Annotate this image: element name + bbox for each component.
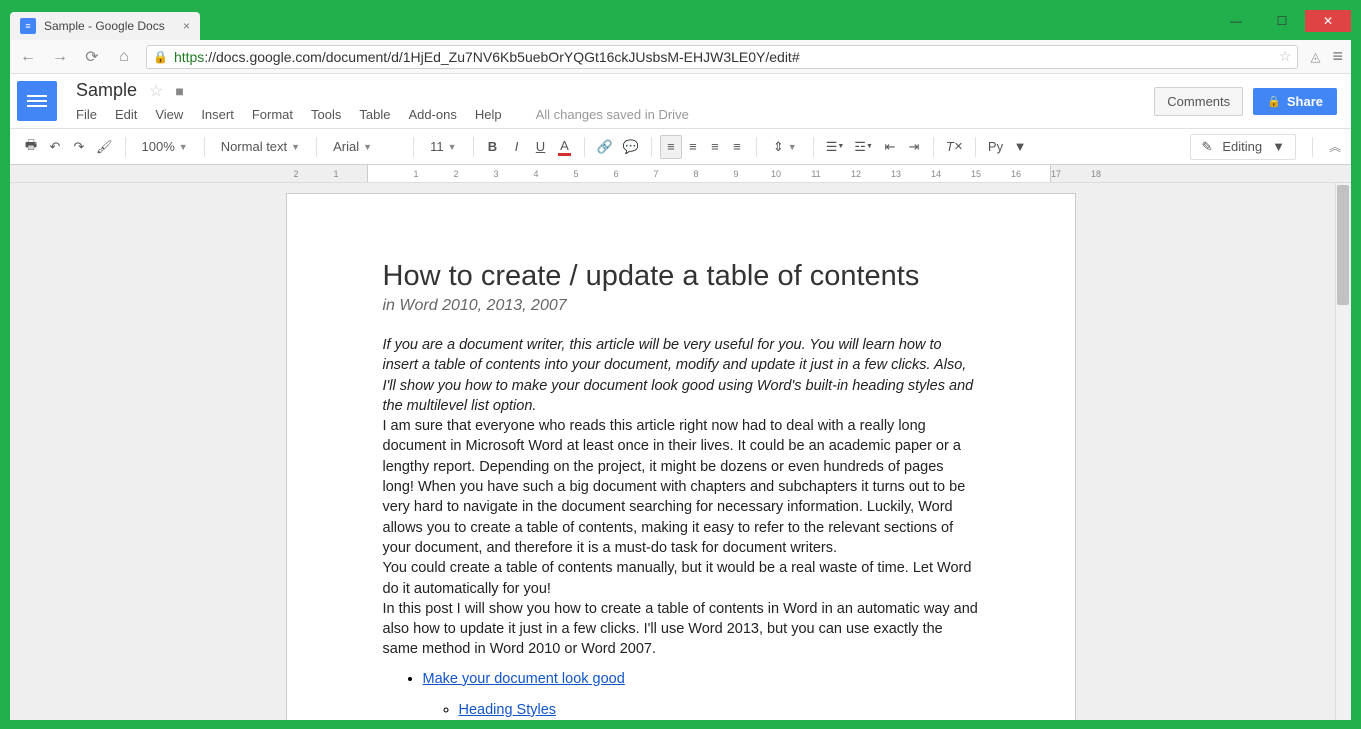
menu-view[interactable]: View (155, 107, 183, 122)
font-size-dropdown[interactable]: 11▼ (422, 135, 464, 159)
font-dropdown[interactable]: Arial▼ (325, 135, 405, 159)
comments-button[interactable]: Comments (1154, 87, 1243, 116)
bookmark-star-icon[interactable]: ☆ (1279, 48, 1292, 65)
paint-format-icon[interactable]: 🖌 (92, 135, 117, 159)
back-button[interactable]: ← (18, 48, 38, 66)
address-bar[interactable]: 🔒 https://docs.google.com/document/d/1Hj… (146, 45, 1298, 69)
doc-p2: I am sure that everyone who reads this a… (383, 416, 979, 558)
browser-tab-strip: ≡ Sample - Google Docs × (10, 10, 1351, 40)
desktop-background: — ☐ ✕ ≡ Sample - Google Docs × ← → ⟳ ⌂ 🔒… (0, 0, 1361, 729)
link-icon[interactable]: 🔗 (593, 135, 617, 159)
menu-format[interactable]: Format (252, 107, 293, 122)
text-color-icon[interactable]: A (554, 135, 576, 159)
folder-icon[interactable]: ■ (175, 83, 183, 99)
star-icon[interactable]: ☆ (149, 81, 163, 101)
italic-icon[interactable]: I (506, 135, 528, 159)
maximize-button[interactable]: ☐ (1259, 10, 1305, 32)
share-label: Share (1287, 94, 1323, 109)
undo-icon[interactable]: ↶ (44, 135, 66, 159)
chrome-menu-icon[interactable]: ≡ (1332, 46, 1343, 67)
formatting-toolbar: 🖶 ↶ ↷ 🖌 100%▼ Normal text▼ Arial▼ 11▼ B … (10, 129, 1351, 165)
toc-link-1a[interactable]: Heading Styles (459, 702, 557, 718)
pencil-icon: ✎ (1201, 139, 1212, 155)
menu-edit[interactable]: Edit (115, 107, 137, 122)
browser-toolbar: ← → ⟳ ⌂ 🔒 https://docs.google.com/docume… (10, 40, 1351, 74)
docs-header: Sample ☆ ■ File Edit View Insert Format … (10, 74, 1351, 129)
align-justify-icon[interactable]: ≡ (726, 135, 748, 159)
input-tools-caret-icon[interactable]: ▼ (1009, 135, 1031, 159)
increase-indent-icon[interactable]: ⇥ (903, 135, 925, 159)
bulleted-list-icon[interactable]: ☲▼ (850, 135, 877, 159)
align-left-icon[interactable]: ≡ (660, 135, 682, 159)
window-controls: — ☐ ✕ (1213, 10, 1351, 20)
doc-heading: How to create / update a table of conten… (383, 260, 979, 293)
doc-p3: You could create a table of contents man… (383, 558, 979, 599)
tab-title: Sample - Google Docs (44, 19, 165, 33)
editing-label: Editing (1222, 139, 1262, 154)
print-icon[interactable]: 🖶 (20, 135, 42, 159)
home-button[interactable]: ⌂ (114, 48, 134, 66)
menu-table[interactable]: Table (359, 107, 390, 122)
lock-icon: 🔒 (153, 50, 168, 64)
forward-button[interactable]: → (50, 48, 70, 66)
url-scheme: https (174, 49, 204, 65)
chrome-window: — ☐ ✕ ≡ Sample - Google Docs × ← → ⟳ ⌂ 🔒… (10, 10, 1351, 719)
menu-help[interactable]: Help (475, 107, 502, 122)
reload-button[interactable]: ⟳ (82, 47, 102, 67)
align-center-icon[interactable]: ≡ (682, 135, 704, 159)
close-button[interactable]: ✕ (1305, 10, 1351, 32)
document-area: How to create / update a table of conten… (10, 183, 1351, 720)
style-dropdown[interactable]: Normal text▼ (213, 135, 308, 159)
docs-favicon-icon: ≡ (20, 18, 36, 34)
document-page[interactable]: How to create / update a table of conten… (286, 193, 1076, 720)
menu-bar: File Edit View Insert Format Tools Table… (76, 101, 1140, 128)
toc-link-1[interactable]: Make your document look good (423, 671, 625, 687)
decrease-indent-icon[interactable]: ⇤ (879, 135, 901, 159)
align-group: ≡ ≡ ≡ ≡ (660, 135, 748, 159)
doc-p4: In this post I will show you how to crea… (383, 599, 979, 660)
align-right-icon[interactable]: ≡ (704, 135, 726, 159)
browser-tab[interactable]: ≡ Sample - Google Docs × (10, 12, 200, 40)
save-status: All changes saved in Drive (536, 107, 689, 122)
minimize-button[interactable]: — (1213, 10, 1259, 32)
share-lock-icon: 🔒 (1267, 95, 1281, 108)
document-title[interactable]: Sample (76, 80, 137, 101)
share-button[interactable]: 🔒 Share (1253, 88, 1337, 115)
collapse-toolbar-icon[interactable]: ︽ (1329, 138, 1341, 155)
comment-icon[interactable]: 💬 (619, 135, 643, 159)
ruler[interactable]: 21123456789101112131415161718 (10, 165, 1351, 183)
menu-tools[interactable]: Tools (311, 107, 341, 122)
drive-icon[interactable]: ◬ (1310, 49, 1320, 65)
editing-mode-dropdown[interactable]: ✎ Editing ▼ (1190, 134, 1296, 160)
vertical-scrollbar[interactable] (1335, 183, 1351, 720)
redo-icon[interactable]: ↷ (68, 135, 90, 159)
numbered-list-icon[interactable]: ☰▼ (822, 135, 849, 159)
menu-addons[interactable]: Add-ons (408, 107, 456, 122)
tab-close-icon[interactable]: × (183, 19, 190, 33)
clear-formatting-icon[interactable]: T✕ (942, 135, 967, 159)
scrollbar-thumb[interactable] (1337, 185, 1349, 305)
underline-icon[interactable]: U (530, 135, 552, 159)
line-spacing-icon[interactable]: ⇕▼ (765, 135, 805, 159)
docs-logo[interactable] (10, 74, 64, 128)
bold-icon[interactable]: B (482, 135, 504, 159)
doc-subtitle: in Word 2010, 2013, 2007 (383, 297, 979, 315)
zoom-dropdown[interactable]: 100%▼ (134, 135, 196, 159)
url-path: ://docs.google.com/document/d/1HjEd_Zu7N… (204, 49, 799, 65)
doc-intro: If you are a document writer, this artic… (383, 335, 979, 416)
menu-insert[interactable]: Insert (201, 107, 234, 122)
py-icon[interactable]: Py (984, 135, 1007, 159)
menu-file[interactable]: File (76, 107, 97, 122)
